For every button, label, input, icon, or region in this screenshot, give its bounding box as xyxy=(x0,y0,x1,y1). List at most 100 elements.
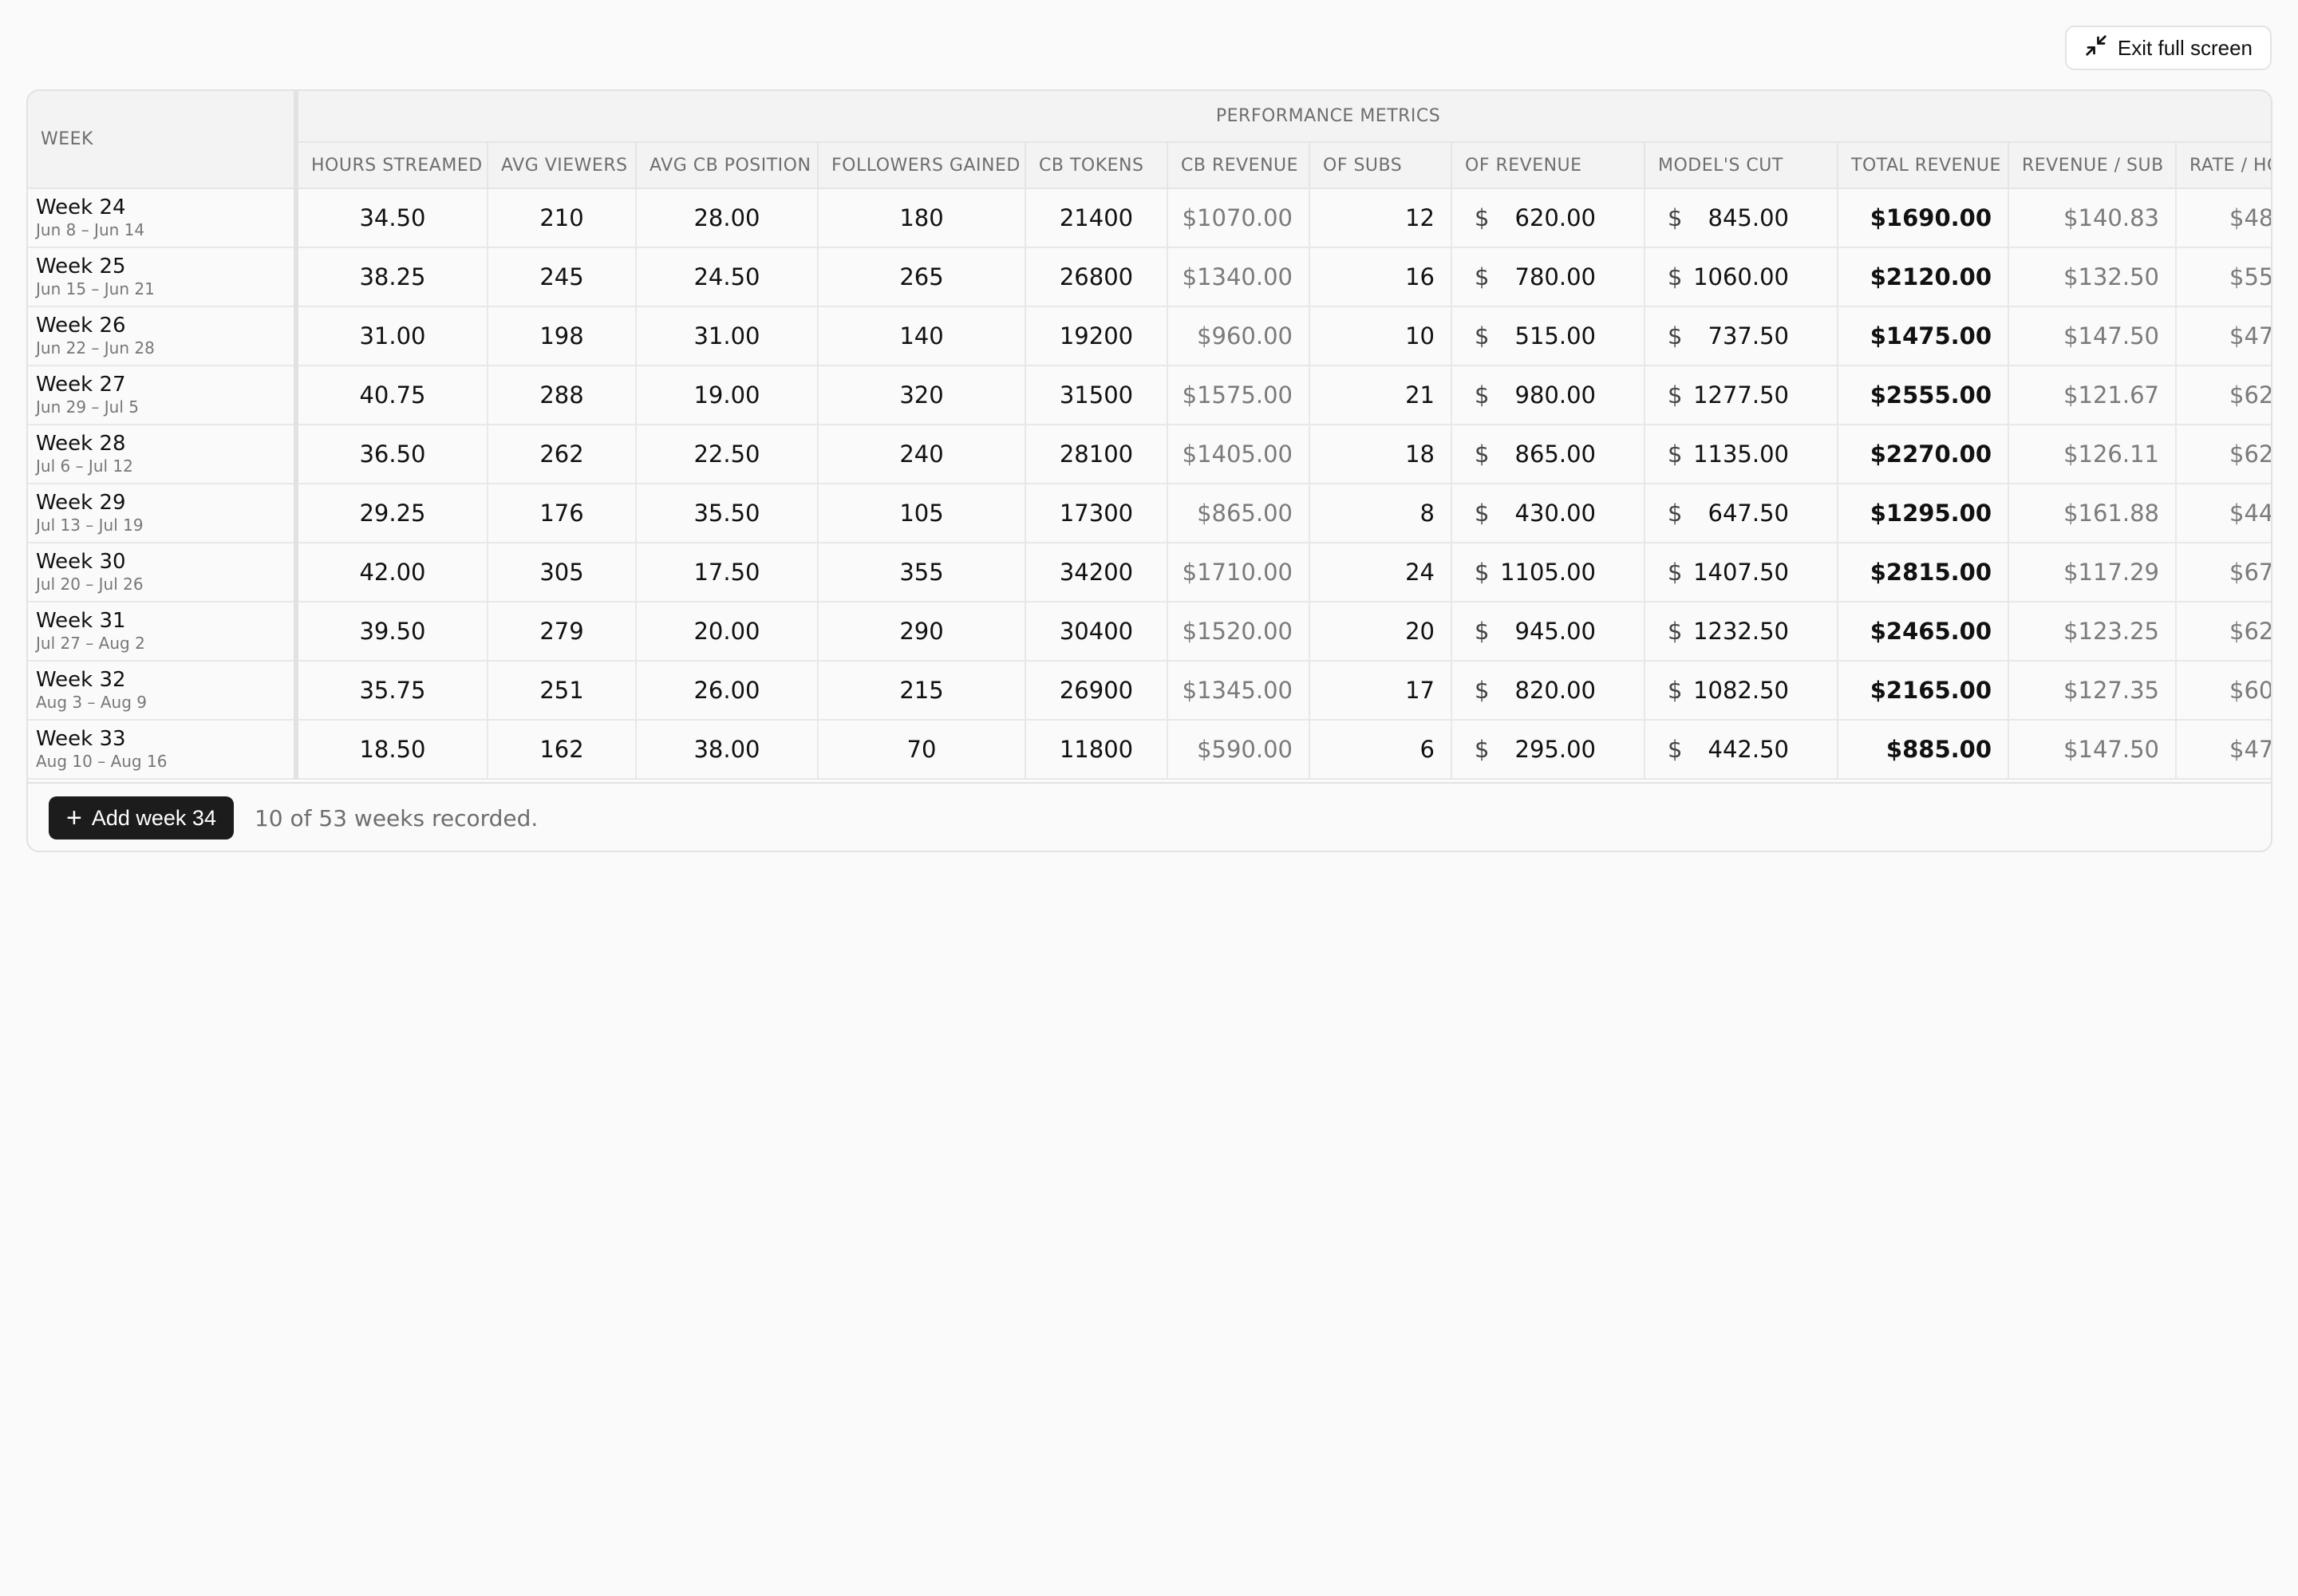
rate-per-hour-cell[interactable]: $55 xyxy=(2176,247,2271,307)
rate-per-hour-cell[interactable]: $62 xyxy=(2176,425,2271,484)
total-revenue-cell[interactable]: $885.00 xyxy=(1838,720,2009,780)
avg-viewers-cell[interactable]: 279 xyxy=(488,602,637,662)
revenue-per-sub-cell[interactable]: $121.67 xyxy=(2008,365,2177,425)
cb-revenue-cell[interactable]: $1070.00 xyxy=(1167,188,1310,248)
avg-viewers-cell[interactable]: 251 xyxy=(488,661,637,721)
avg-cb-position-cell[interactable]: 38.00 xyxy=(636,720,819,780)
cb-tokens-cell[interactable]: 26800 xyxy=(1025,247,1168,307)
total-revenue-cell[interactable]: $1690.00 xyxy=(1838,188,2009,248)
rate-per-hour-cell[interactable]: $44 xyxy=(2176,484,2271,543)
followers-gained-cell[interactable]: 70 xyxy=(818,720,1026,780)
models-cut-cell[interactable]: $845.00 xyxy=(1645,188,1838,248)
avg-cb-position-cell[interactable]: 26.00 xyxy=(636,661,819,721)
avg-viewers-cell[interactable]: 198 xyxy=(488,306,637,366)
avg-viewers-cell[interactable]: 210 xyxy=(488,188,637,248)
revenue-per-sub-cell[interactable]: $147.50 xyxy=(2008,306,2177,366)
of-subs-cell[interactable]: 16 xyxy=(1309,247,1452,307)
cb-revenue-cell[interactable]: $1575.00 xyxy=(1167,365,1310,425)
avg-cb-position-cell[interactable]: 19.00 xyxy=(636,365,819,425)
revenue-per-sub-cell[interactable]: $126.11 xyxy=(2008,425,2177,484)
of-subs-cell[interactable]: 24 xyxy=(1309,543,1452,602)
cb-tokens-cell[interactable]: 31500 xyxy=(1025,365,1168,425)
hours-streamed-cell[interactable]: 40.75 xyxy=(296,365,488,425)
rate-per-hour-cell[interactable]: $67 xyxy=(2176,543,2271,602)
followers-gained-cell[interactable]: 355 xyxy=(818,543,1026,602)
revenue-per-sub-cell[interactable]: $127.35 xyxy=(2008,661,2177,721)
avg-cb-position-cell[interactable]: 22.50 xyxy=(636,425,819,484)
followers-gained-cell[interactable]: 320 xyxy=(818,365,1026,425)
of-revenue-cell[interactable]: $780.00 xyxy=(1451,247,1645,307)
rate-per-hour-cell[interactable]: $62 xyxy=(2176,602,2271,662)
hours-streamed-cell[interactable]: 39.50 xyxy=(296,602,488,662)
of-subs-cell[interactable]: 18 xyxy=(1309,425,1452,484)
avg-viewers-cell[interactable]: 262 xyxy=(488,425,637,484)
total-revenue-cell[interactable]: $2120.00 xyxy=(1838,247,2009,307)
of-subs-cell[interactable]: 6 xyxy=(1309,720,1452,780)
models-cut-cell[interactable]: $1060.00 xyxy=(1645,247,1838,307)
revenue-per-sub-cell[interactable]: $132.50 xyxy=(2008,247,2177,307)
cb-tokens-cell[interactable]: 19200 xyxy=(1025,306,1168,366)
models-cut-cell[interactable]: $1407.50 xyxy=(1645,543,1838,602)
cb-revenue-cell[interactable]: $1405.00 xyxy=(1167,425,1310,484)
hours-streamed-cell[interactable]: 35.75 xyxy=(296,661,488,721)
total-revenue-cell[interactable]: $2815.00 xyxy=(1838,543,2009,602)
avg-cb-position-cell[interactable]: 31.00 xyxy=(636,306,819,366)
of-subs-cell[interactable]: 20 xyxy=(1309,602,1452,662)
cb-tokens-cell[interactable]: 34200 xyxy=(1025,543,1168,602)
avg-viewers-cell[interactable]: 305 xyxy=(488,543,637,602)
hours-streamed-cell[interactable]: 29.25 xyxy=(296,484,488,543)
hours-streamed-cell[interactable]: 31.00 xyxy=(296,306,488,366)
of-subs-cell[interactable]: 12 xyxy=(1309,188,1452,248)
avg-cb-position-cell[interactable]: 28.00 xyxy=(636,188,819,248)
models-cut-cell[interactable]: $737.50 xyxy=(1645,306,1838,366)
cb-revenue-cell[interactable]: $1340.00 xyxy=(1167,247,1310,307)
total-revenue-cell[interactable]: $1295.00 xyxy=(1838,484,2009,543)
total-revenue-cell[interactable]: $2270.00 xyxy=(1838,425,2009,484)
followers-gained-cell[interactable]: 215 xyxy=(818,661,1026,721)
of-revenue-cell[interactable]: $1105.00 xyxy=(1451,543,1645,602)
total-revenue-cell[interactable]: $2165.00 xyxy=(1838,661,2009,721)
hours-streamed-cell[interactable]: 38.25 xyxy=(296,247,488,307)
models-cut-cell[interactable]: $1082.50 xyxy=(1645,661,1838,721)
rate-per-hour-cell[interactable]: $47 xyxy=(2176,306,2271,366)
followers-gained-cell[interactable]: 140 xyxy=(818,306,1026,366)
cb-revenue-cell[interactable]: $590.00 xyxy=(1167,720,1310,780)
cb-tokens-cell[interactable]: 21400 xyxy=(1025,188,1168,248)
revenue-per-sub-cell[interactable]: $123.25 xyxy=(2008,602,2177,662)
avg-cb-position-cell[interactable]: 35.50 xyxy=(636,484,819,543)
hours-streamed-cell[interactable]: 34.50 xyxy=(296,188,488,248)
avg-cb-position-cell[interactable]: 24.50 xyxy=(636,247,819,307)
revenue-per-sub-cell[interactable]: $140.83 xyxy=(2008,188,2177,248)
total-revenue-cell[interactable]: $2555.00 xyxy=(1838,365,2009,425)
of-revenue-cell[interactable]: $820.00 xyxy=(1451,661,1645,721)
of-subs-cell[interactable]: 8 xyxy=(1309,484,1452,543)
rate-per-hour-cell[interactable]: $62 xyxy=(2176,365,2271,425)
add-week-button[interactable]: + Add week 34 xyxy=(49,796,234,839)
of-revenue-cell[interactable]: $295.00 xyxy=(1451,720,1645,780)
hours-streamed-cell[interactable]: 36.50 xyxy=(296,425,488,484)
cb-tokens-cell[interactable]: 28100 xyxy=(1025,425,1168,484)
of-revenue-cell[interactable]: $865.00 xyxy=(1451,425,1645,484)
hours-streamed-cell[interactable]: 42.00 xyxy=(296,543,488,602)
cb-revenue-cell[interactable]: $1345.00 xyxy=(1167,661,1310,721)
cb-tokens-cell[interactable]: 30400 xyxy=(1025,602,1168,662)
cb-revenue-cell[interactable]: $1520.00 xyxy=(1167,602,1310,662)
rate-per-hour-cell[interactable]: $48 xyxy=(2176,188,2271,248)
revenue-per-sub-cell[interactable]: $161.88 xyxy=(2008,484,2177,543)
total-revenue-cell[interactable]: $1475.00 xyxy=(1838,306,2009,366)
of-revenue-cell[interactable]: $515.00 xyxy=(1451,306,1645,366)
followers-gained-cell[interactable]: 105 xyxy=(818,484,1026,543)
followers-gained-cell[interactable]: 180 xyxy=(818,188,1026,248)
avg-cb-position-cell[interactable]: 20.00 xyxy=(636,602,819,662)
revenue-per-sub-cell[interactable]: $147.50 xyxy=(2008,720,2177,780)
of-subs-cell[interactable]: 10 xyxy=(1309,306,1452,366)
exit-full-screen-button[interactable]: Exit full screen xyxy=(2064,26,2272,70)
models-cut-cell[interactable]: $1277.50 xyxy=(1645,365,1838,425)
of-subs-cell[interactable]: 17 xyxy=(1309,661,1452,721)
of-subs-cell[interactable]: 21 xyxy=(1309,365,1452,425)
models-cut-cell[interactable]: $1232.50 xyxy=(1645,602,1838,662)
cb-revenue-cell[interactable]: $1710.00 xyxy=(1167,543,1310,602)
followers-gained-cell[interactable]: 290 xyxy=(818,602,1026,662)
followers-gained-cell[interactable]: 265 xyxy=(818,247,1026,307)
cb-tokens-cell[interactable]: 17300 xyxy=(1025,484,1168,543)
